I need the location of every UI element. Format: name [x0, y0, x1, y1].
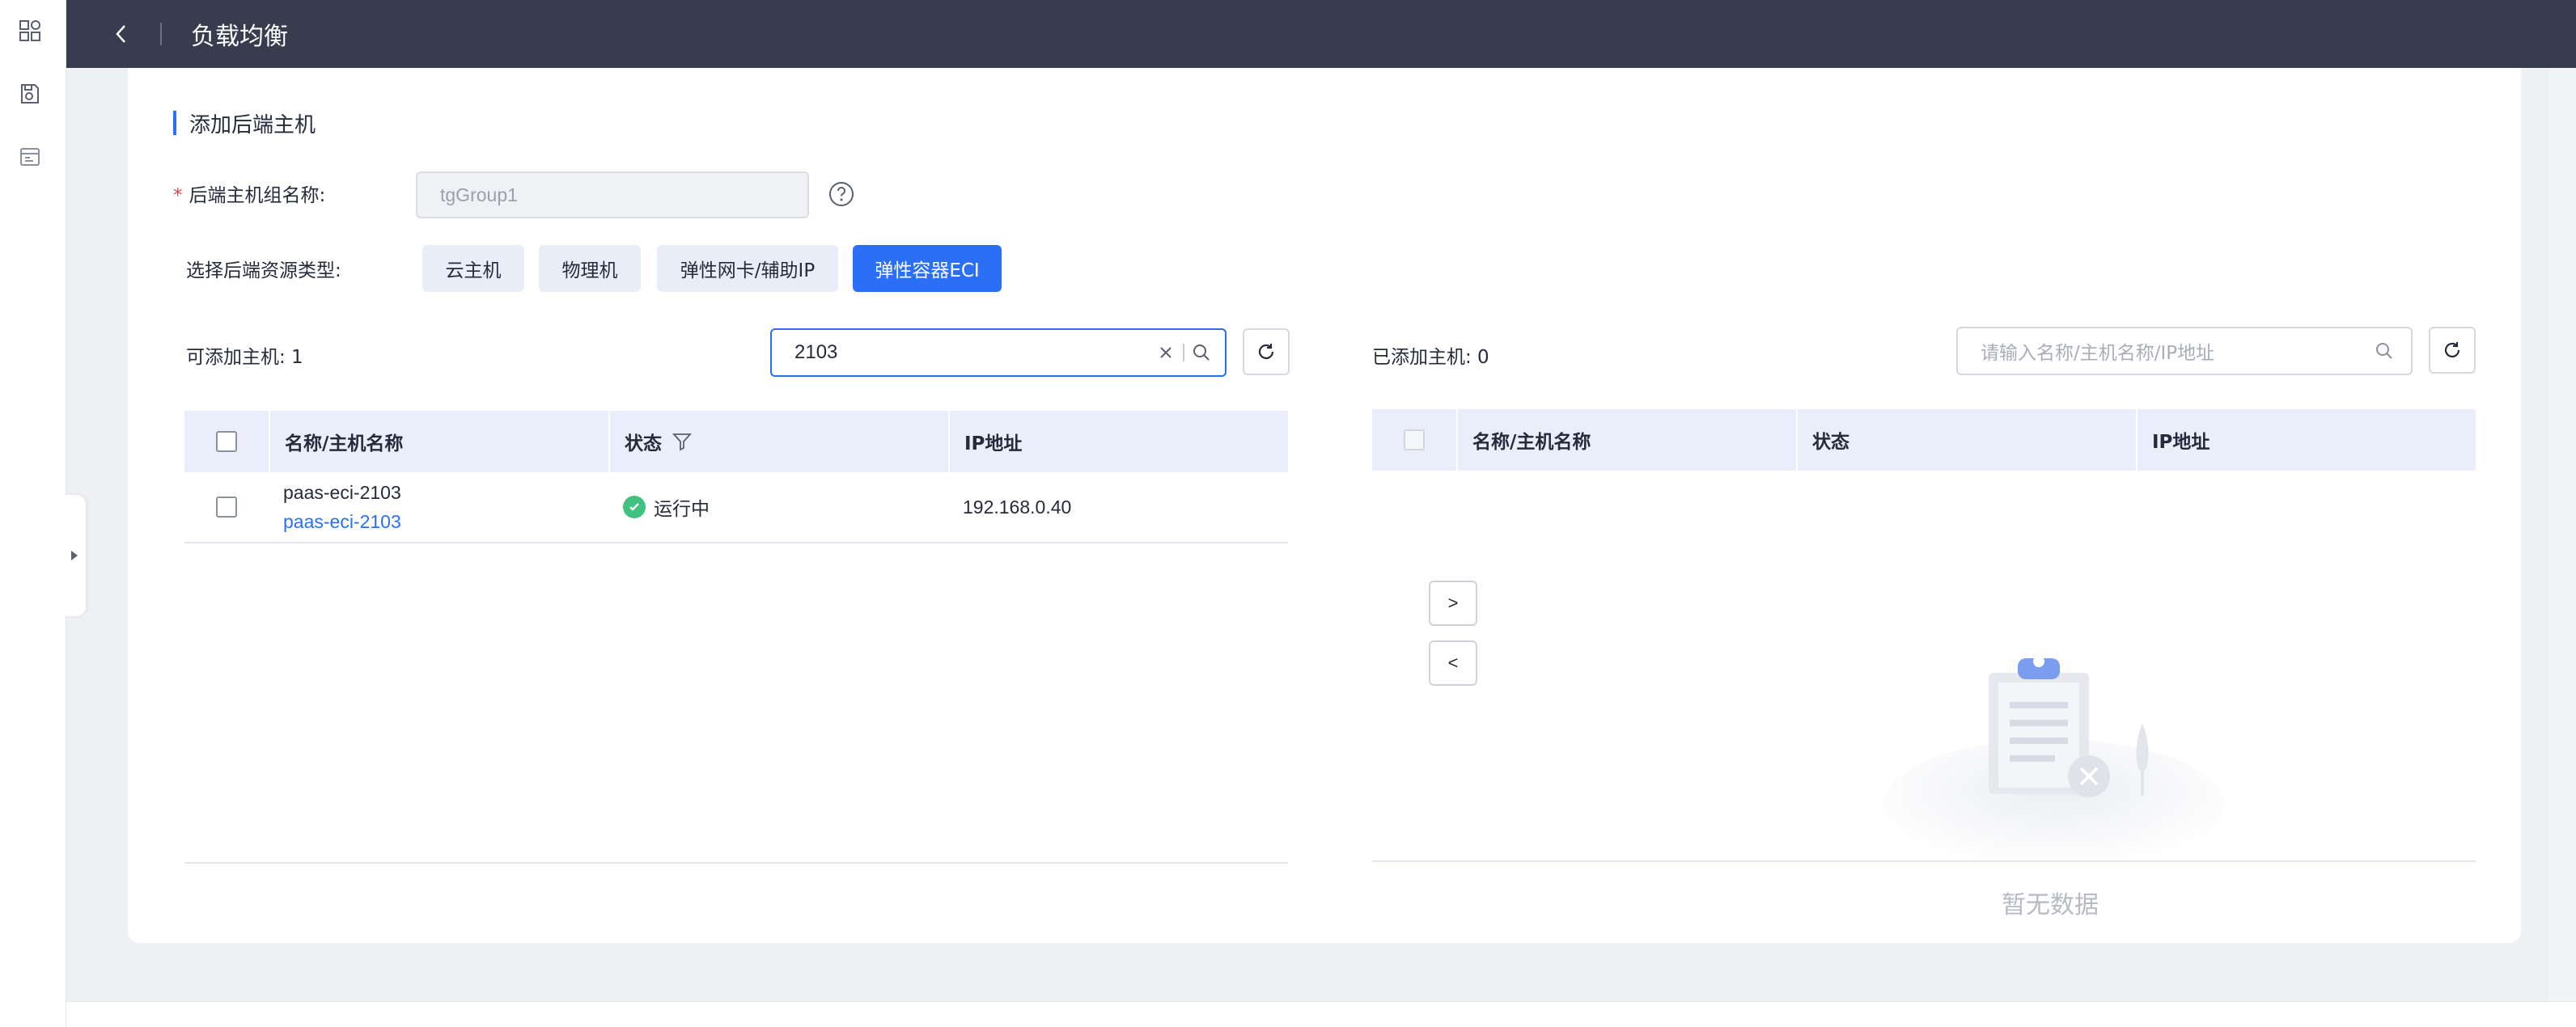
filter-icon[interactable]	[672, 431, 693, 452]
column-ip: IP地址	[948, 411, 1288, 472]
type-eni-label: 弹性网卡/辅助IP	[680, 260, 816, 281]
empty-text: 暂无数据	[2002, 891, 2099, 919]
column-status-label: 状态	[625, 433, 662, 454]
available-table: 名称/主机名称 状态 IP地址 paas-eci-2103 paas-eci-2…	[184, 411, 1288, 543]
table-row[interactable]: paas-eci-2103 paas-eci-2103 运行中 192.168.…	[184, 472, 1288, 543]
section-title-text: 添加后端主机	[189, 112, 316, 137]
available-search-input[interactable]: 2103	[770, 328, 1227, 377]
type-eci-label: 弹性容器ECI	[875, 260, 980, 281]
select-all-checkbox-disabled	[1404, 429, 1425, 450]
page-title: 负载均衡	[191, 23, 288, 51]
refresh-icon	[2444, 342, 2460, 357]
added-count: 已添加主机: 0	[1372, 347, 1489, 368]
type-eci-button[interactable]: 弹性容器ECI	[853, 245, 1002, 292]
added-refresh-button[interactable]	[2429, 327, 2476, 374]
added-search-placeholder: 请输入名称/主机名称/IP地址	[1981, 343, 2215, 364]
group-name-label: * 后端主机组名称:	[173, 180, 325, 207]
heading-accent-bar	[173, 111, 176, 135]
row-host-link[interactable]: paas-eci-2103	[283, 507, 401, 536]
back-button[interactable]	[104, 16, 139, 52]
available-count: 可添加主机: 1	[186, 347, 303, 368]
search-icon[interactable]	[2372, 339, 2396, 363]
header-select-all[interactable]	[184, 411, 269, 472]
header-divider	[160, 23, 162, 45]
group-name-value: tgGroup1	[440, 184, 518, 205]
left-rail	[0, 0, 66, 1027]
chevron-left-icon	[116, 25, 125, 43]
select-all-checkbox[interactable]	[216, 431, 237, 452]
top-header: 负载均衡	[66, 0, 2576, 68]
row-name-cell: paas-eci-2103 paas-eci-2103	[269, 472, 608, 542]
column-status: 状态	[608, 411, 948, 472]
row-ip-cell: 192.168.0.40	[948, 472, 1288, 542]
check-circle-icon	[623, 496, 646, 518]
clear-icon[interactable]	[1154, 340, 1178, 365]
transfer-remove-label: <	[1447, 653, 1459, 673]
footer-strip	[66, 1001, 2576, 1027]
refresh-icon	[1258, 344, 1274, 359]
cloud-disk-icon[interactable]	[17, 81, 43, 107]
type-cloud-host-label: 云主机	[445, 260, 502, 281]
add-backend-card: 添加后端主机 * 后端主机组名称: tgGroup1 选择后端资源类型: 云主机 …	[128, 68, 2521, 943]
row-checkbox[interactable]	[216, 497, 237, 518]
row-select[interactable]	[184, 472, 269, 542]
added-table: 名称/主机名称 状态 IP地址	[1372, 409, 2476, 471]
resource-type-label: 选择后端资源类型:	[186, 260, 341, 281]
added-table-bottom	[1372, 860, 2476, 862]
transfer-add-label: >	[1447, 593, 1459, 613]
column-name: 名称/主机名称	[269, 411, 608, 472]
search-divider	[1183, 344, 1184, 361]
type-physical-label: 物理机	[561, 260, 618, 281]
empty-illustration	[1875, 650, 2231, 869]
transfer-add-button[interactable]: >	[1429, 581, 1477, 626]
search-icon[interactable]	[1189, 340, 1214, 365]
row-name: paas-eci-2103	[283, 482, 401, 503]
caret-right-icon	[71, 551, 78, 560]
row-status-cell: 运行中	[608, 472, 948, 542]
available-table-bottom	[184, 862, 1288, 864]
group-name-field: tgGroup1	[416, 171, 809, 218]
column-status: 状态	[1796, 409, 2136, 471]
header-select-all-disabled	[1372, 409, 1456, 471]
help-icon[interactable]	[825, 178, 858, 210]
available-search-value[interactable]: 2103	[794, 341, 1154, 364]
row-status: 运行中	[654, 499, 710, 520]
column-name: 名称/主机名称	[1456, 409, 1796, 471]
row-ip: 192.168.0.40	[963, 496, 1072, 518]
added-table-header: 名称/主机名称 状态 IP地址	[1372, 409, 2476, 471]
scrollbar-track[interactable]	[2548, 68, 2576, 1006]
rail-collapse-toggle[interactable]	[63, 495, 86, 616]
group-name-label-text: 后端主机组名称:	[189, 185, 326, 206]
transfer-remove-button[interactable]: <	[1429, 640, 1477, 686]
added-search-input[interactable]: 请输入名称/主机名称/IP地址	[1956, 327, 2413, 375]
section-heading: 添加后端主机	[173, 107, 316, 139]
type-cloud-host-button[interactable]: 云主机	[422, 245, 524, 292]
required-mark: *	[173, 185, 183, 206]
type-eni-button[interactable]: 弹性网卡/辅助IP	[657, 245, 838, 292]
available-refresh-button[interactable]	[1243, 328, 1290, 375]
type-physical-button[interactable]: 物理机	[539, 245, 641, 292]
available-table-header: 名称/主机名称 状态 IP地址	[184, 411, 1288, 472]
column-ip: IP地址	[2136, 409, 2476, 471]
apps-icon[interactable]	[17, 18, 43, 44]
resource-icon[interactable]	[17, 144, 43, 170]
